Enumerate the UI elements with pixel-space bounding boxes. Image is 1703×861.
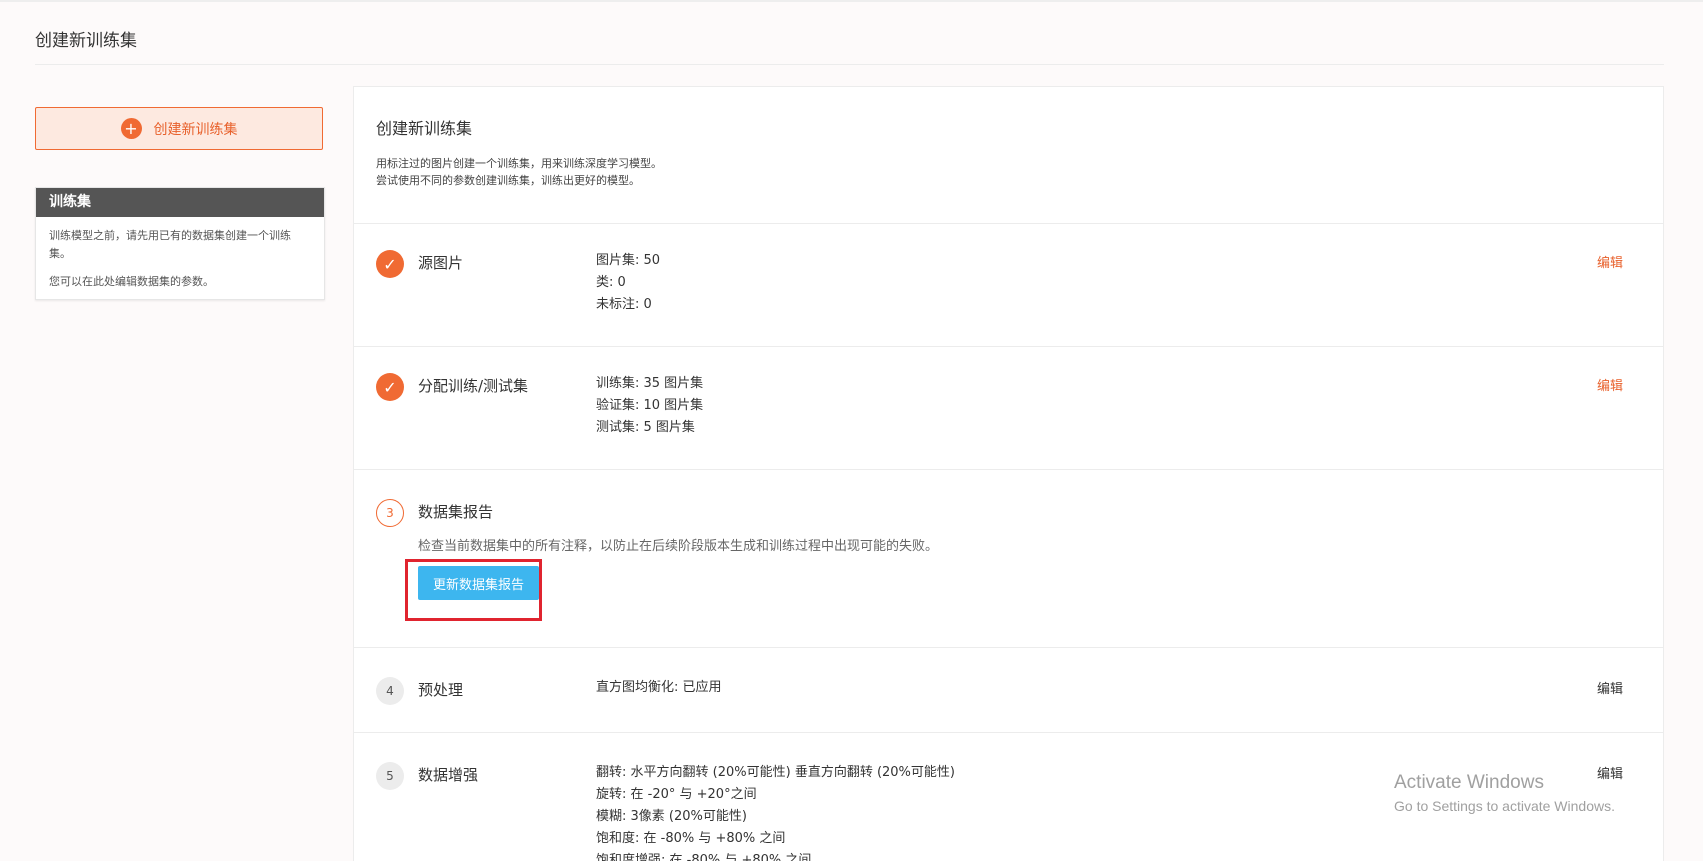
watermark-line-1: Activate Windows (1394, 772, 1544, 793)
panel-desc-line-2: 尝试使用不同的参数创建训练集，训练出更好的模型。 (376, 174, 640, 187)
detail-line: 直方图均衡化: 已应用 (596, 680, 722, 695)
detail-line: 饱和度增强: 在 -80% 与 +80% 之间 (596, 853, 812, 861)
detail-line: 验证集: 10 图片集 (596, 398, 704, 413)
card-body: 训练模型之前，请先用已有的数据集创建一个训练集。 您可以在此处编辑数据集的参数。 (36, 217, 324, 311)
step-title: 分配训练/测试集 (418, 377, 529, 395)
step-dataset-report: 3 数据集报告 检查当前数据集中的所有注释，以防止在后续阶段版本生成和训练过程中… (354, 469, 1663, 648)
step-description: 检查当前数据集中的所有注释，以防止在后续阶段版本生成和训练过程中出现可能的失败。 (418, 539, 939, 554)
detail-line: 类: 0 (596, 275, 626, 290)
page: 创建新训练集 + 创建新训练集 训练集 训练模型之前，请先用已有的数据集创建一个… (0, 0, 1703, 861)
page-title: 创建新训练集 (35, 31, 137, 51)
detail-line: 测试集: 5 图片集 (596, 420, 695, 435)
create-training-set-button[interactable]: + 创建新训练集 (35, 107, 323, 150)
detail-line: 旋转: 在 -20° 与 +20°之间 (596, 787, 757, 802)
step-title: 数据增强 (418, 766, 479, 784)
step-title: 预处理 (418, 681, 464, 699)
panel-header: 创建新训练集 用标注过的图片创建一个训练集，用来训练深度学习模型。 尝试使用不同… (376, 115, 662, 189)
update-dataset-report-button[interactable]: 更新数据集报告 (418, 566, 539, 600)
step-source-images: ✓ 源图片 图片集: 50 类: 0 未标注: 0 编辑 (354, 223, 1663, 347)
training-set-info-card: 训练集 训练模型之前，请先用已有的数据集创建一个训练集。 您可以在此处编辑数据集… (35, 187, 325, 300)
step-preprocessing: 4 预处理 直方图均衡化: 已应用 编辑 (354, 647, 1663, 733)
create-button-label: 创建新训练集 (153, 121, 238, 138)
check-icon: ✓ (376, 250, 404, 278)
step-details: 直方图均衡化: 已应用 (596, 677, 722, 699)
edit-link[interactable]: 编辑 (1597, 678, 1623, 697)
detail-line: 模糊: 3像素 (20%可能性) (596, 809, 747, 824)
panel-title: 创建新训练集 (376, 119, 473, 138)
top-strip (0, 0, 1703, 2)
edit-link[interactable]: 编辑 (1597, 375, 1623, 394)
edit-link[interactable]: 编辑 (1597, 252, 1623, 271)
detail-line: 未标注: 0 (596, 297, 652, 312)
windows-activation-watermark: Activate Windows Go to Settings to activ… (1394, 772, 1615, 814)
panel-desc-line-1: 用标注过的图片创建一个训练集，用来训练深度学习模型。 (376, 157, 662, 170)
card-header: 训练集 (36, 188, 324, 217)
detail-line: 图片集: 50 (596, 253, 661, 268)
main-panel: 创建新训练集 用标注过的图片创建一个训练集，用来训练深度学习模型。 尝试使用不同… (353, 86, 1664, 861)
detail-line: 饱和度: 在 -80% 与 +80% 之间 (596, 831, 786, 846)
step-number-badge: 3 (376, 499, 404, 527)
step-details: 翻转: 水平方向翻转 (20%可能性) 垂直方向翻转 (20%可能性) 旋转: … (596, 762, 955, 861)
step-details: 图片集: 50 类: 0 未标注: 0 (596, 250, 660, 316)
panel-description: 用标注过的图片创建一个训练集，用来训练深度学习模型。 尝试使用不同的参数创建训练… (376, 155, 662, 189)
step-number-badge: 4 (376, 677, 404, 705)
plus-icon: + (120, 118, 142, 139)
step-title: 数据集报告 (418, 503, 494, 521)
step-split-sets: ✓ 分配训练/测试集 训练集: 35 图片集 验证集: 10 图片集 测试集: … (354, 346, 1663, 470)
watermark-line-2: Go to Settings to activate Windows. (1394, 798, 1615, 814)
step-number-badge: 5 (376, 762, 404, 790)
detail-line: 训练集: 35 图片集 (596, 376, 704, 391)
card-text-2: 您可以在此处编辑数据集的参数。 (49, 275, 214, 288)
step-details: 训练集: 35 图片集 验证集: 10 图片集 测试集: 5 图片集 (596, 373, 703, 439)
title-divider (35, 64, 1664, 65)
card-text-1: 训练模型之前，请先用已有的数据集创建一个训练集。 (49, 229, 291, 260)
check-icon: ✓ (376, 373, 404, 401)
step-title: 源图片 (418, 254, 464, 272)
detail-line: 翻转: 水平方向翻转 (20%可能性) 垂直方向翻转 (20%可能性) (596, 765, 955, 780)
